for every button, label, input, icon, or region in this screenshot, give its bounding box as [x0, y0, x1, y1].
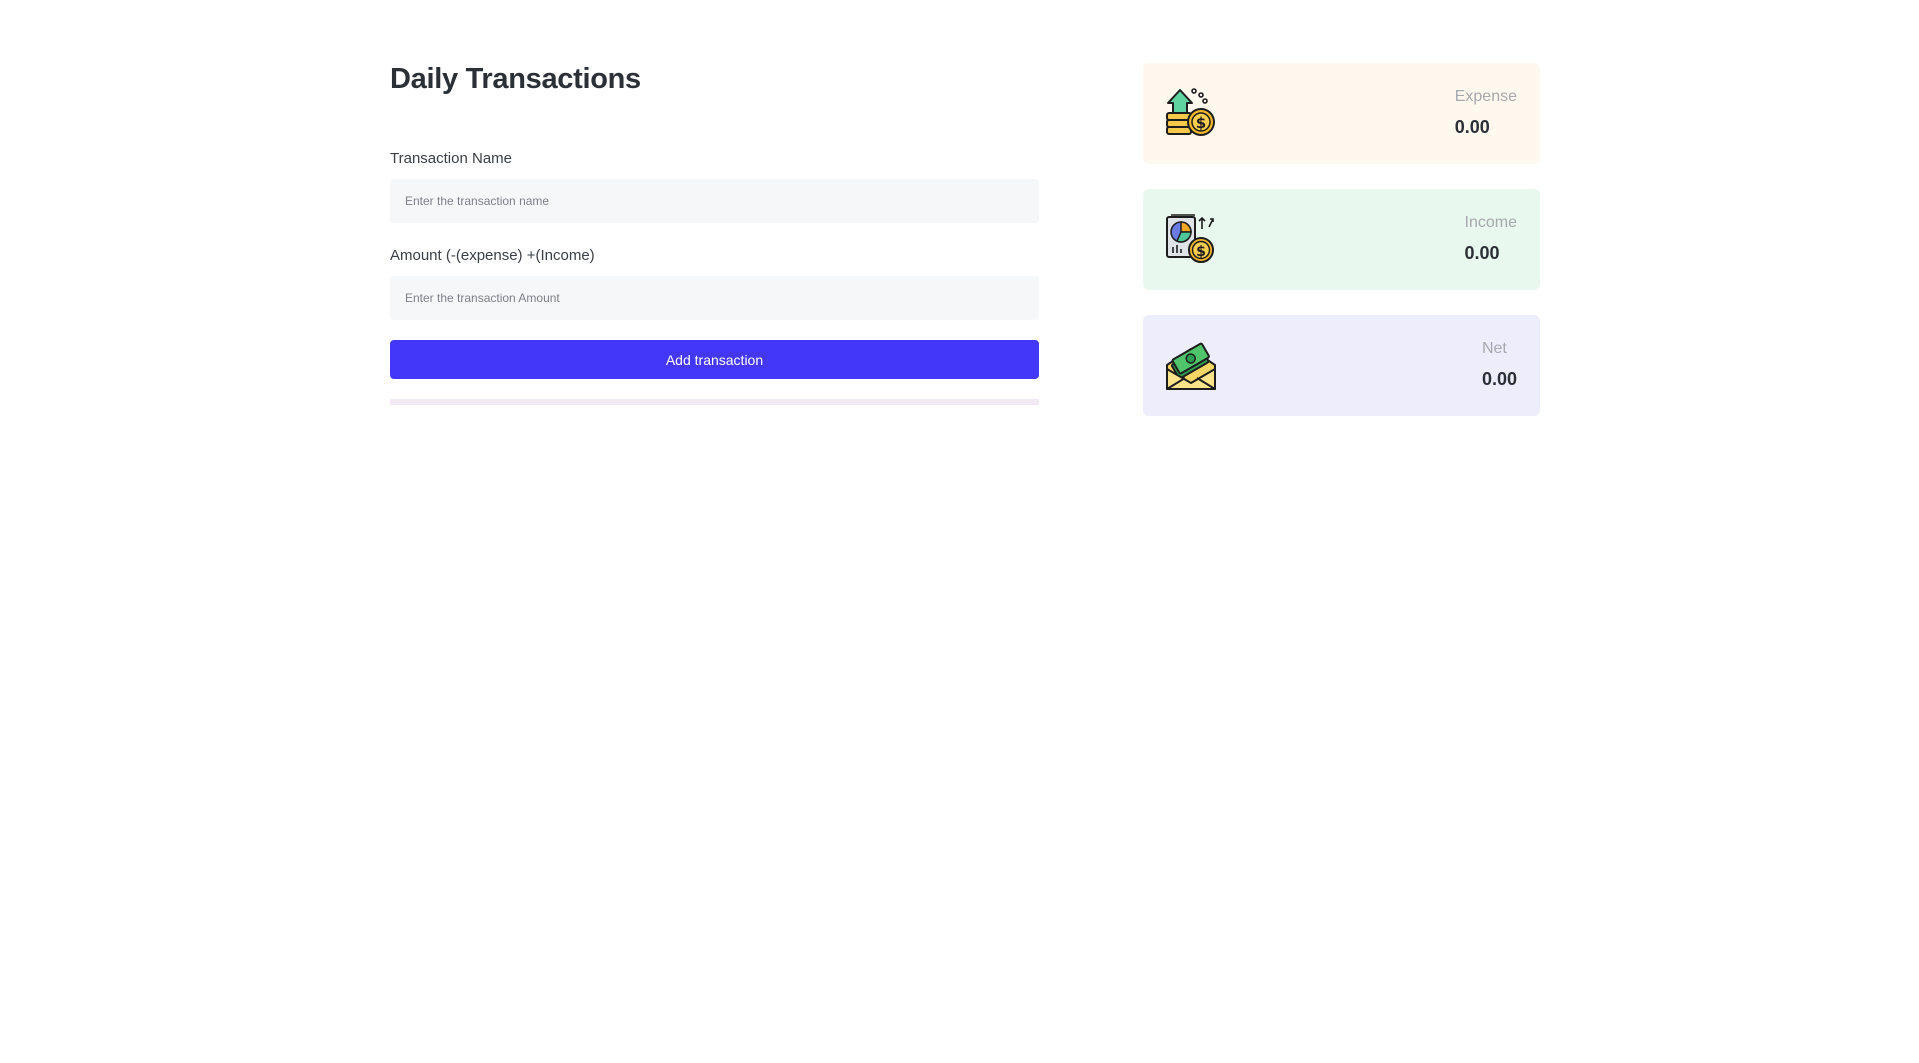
coins-arrow-up-icon: $	[1165, 87, 1217, 141]
transaction-amount-label: Amount (-(expense) +(Income)	[390, 247, 595, 264]
add-transaction-button[interactable]: Add transaction	[390, 340, 1039, 379]
transaction-list-divider	[390, 399, 1039, 405]
expense-card: $ Expense 0.00	[1143, 63, 1540, 164]
expense-label: Expense	[1454, 88, 1517, 105]
net-card: Net 0.00	[1143, 315, 1540, 416]
transaction-name-label: Transaction Name	[390, 150, 512, 167]
page-title: Daily Transactions	[390, 63, 641, 95]
svg-text:$: $	[1196, 114, 1206, 132]
income-label: Income	[1464, 214, 1517, 231]
net-value: 0.00	[1481, 369, 1517, 389]
net-summary: Net 0.00	[1482, 339, 1517, 389]
money-envelope-icon	[1165, 339, 1217, 393]
report-coin-icon: $	[1165, 213, 1217, 267]
net-label: Net	[1481, 340, 1507, 357]
svg-text:$: $	[1196, 244, 1206, 260]
transaction-amount-input[interactable]	[390, 276, 1039, 320]
transaction-form: Daily Transactions Transaction Name Amou…	[390, 60, 1039, 405]
income-summary: Income 0.00	[1465, 213, 1517, 263]
income-value: 0.00	[1464, 243, 1500, 263]
expense-value: 0.00	[1454, 117, 1490, 137]
summary-cards: $ Expense 0.00 $ Income 0.00 Net 0.00	[1143, 63, 1540, 441]
page: Daily Transactions Transaction Name Amou…	[0, 0, 1919, 1063]
income-card: $ Income 0.00	[1143, 189, 1540, 290]
expense-summary: Expense 0.00	[1455, 87, 1517, 137]
transaction-name-input[interactable]	[390, 179, 1039, 223]
